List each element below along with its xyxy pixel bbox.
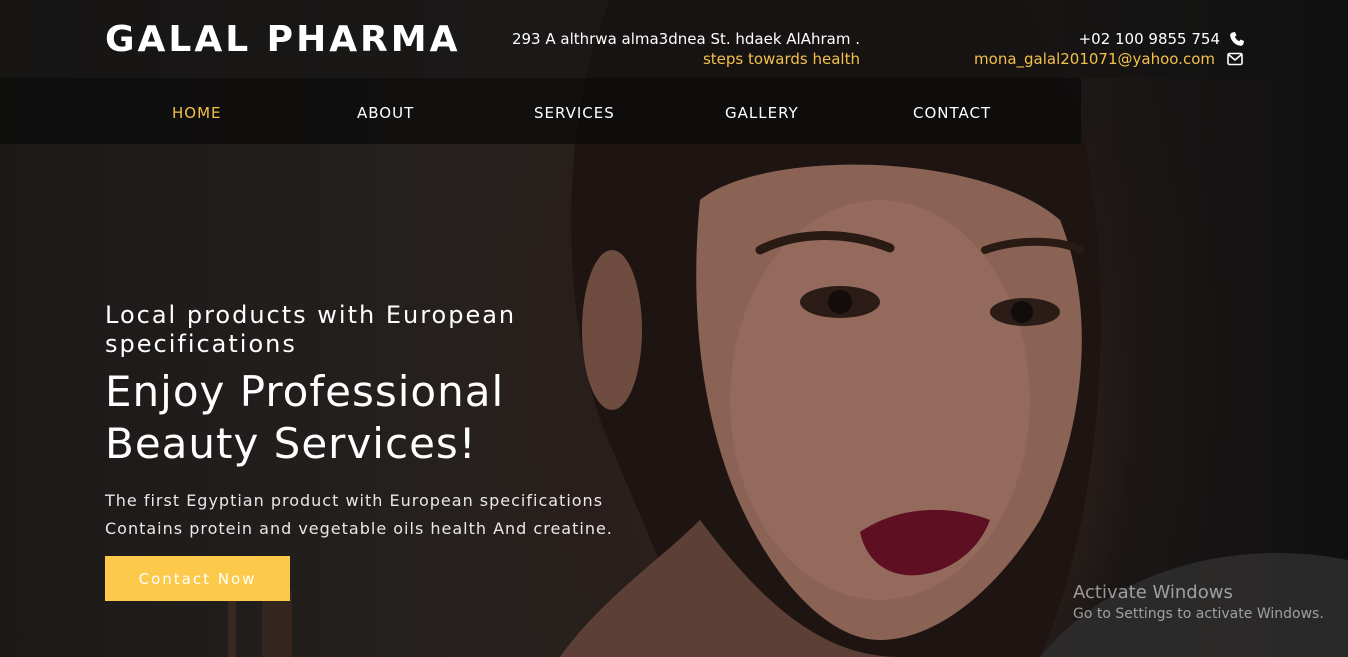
hero-subtitle: Local products with European specificati… xyxy=(105,301,517,358)
header-tagline: steps towards health xyxy=(702,50,860,68)
nav-item-contact[interactable]: CONTACT xyxy=(913,104,991,122)
nav-item-gallery[interactable]: GALLERY xyxy=(725,104,799,122)
hero-title-line-2: Beauty Services! xyxy=(105,419,477,468)
phone-icon xyxy=(1230,32,1244,46)
nav-item-services[interactable]: SERVICES xyxy=(534,104,615,122)
contact-now-button[interactable]: Contact Now xyxy=(105,556,290,601)
hero-description-line-1: The first Egyptian product with European… xyxy=(105,491,604,510)
windows-activation-subtitle: Go to Settings to activate Windows. xyxy=(1073,606,1324,622)
nav-item-about[interactable]: ABOUT xyxy=(357,104,414,122)
header-address: 293 A althrwa alma3dnea St. hdaek AlAhra… xyxy=(511,30,860,48)
brand-logo-text[interactable]: GALAL PHARMA xyxy=(105,19,460,60)
envelope-icon xyxy=(1227,52,1243,66)
header-email[interactable]: mona_galal201071@yahoo.com xyxy=(974,50,1215,68)
header-phone[interactable]: +02 100 9855 754 xyxy=(1079,30,1220,48)
nav-item-home[interactable]: HOME xyxy=(172,104,222,122)
hero-description: The first Egyptian product with European… xyxy=(105,487,613,543)
windows-activation-title: Activate Windows xyxy=(1073,582,1233,603)
hero-title: Enjoy Professional Beauty Services! xyxy=(105,366,625,470)
hero-description-line-2: Contains protein and vegetable oils heal… xyxy=(105,519,613,538)
hero-title-line-1: Enjoy Professional xyxy=(105,367,505,416)
